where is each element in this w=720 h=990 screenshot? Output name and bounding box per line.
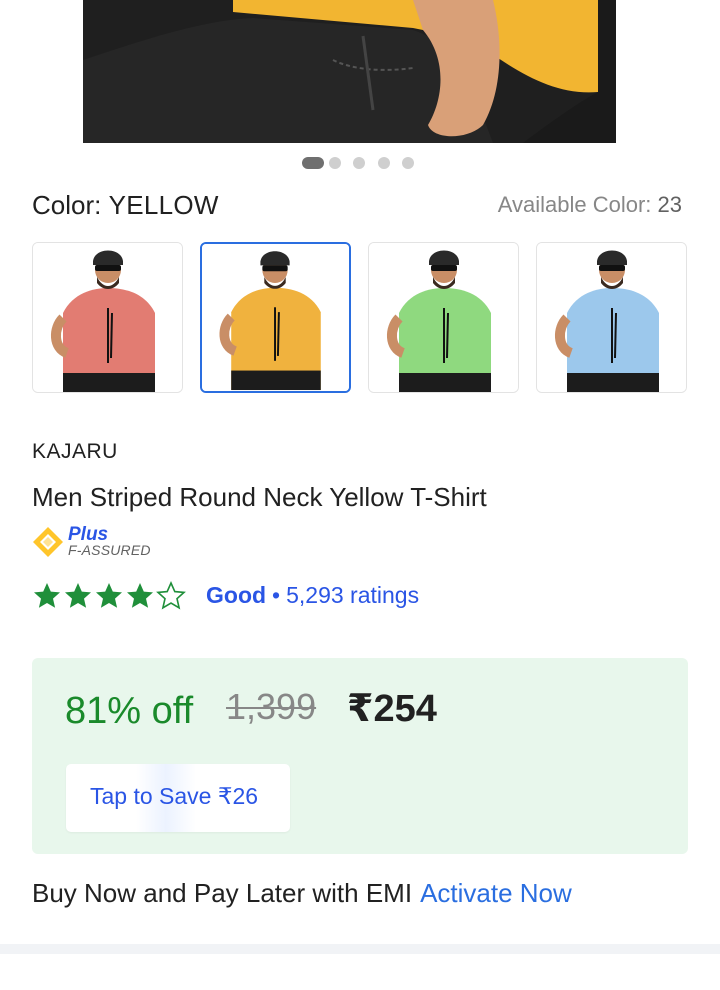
emi-banner: Buy Now and Pay Later with EMI Activate N… [32, 878, 572, 909]
section-divider [0, 944, 720, 954]
rating-separator: • [272, 582, 281, 608]
plus-assured-badge: Plus F-ASSURED [32, 524, 162, 558]
tap-to-save-button[interactable]: Tap to Save ₹26 [66, 764, 290, 832]
swatch-image [537, 243, 686, 392]
product-title: Men Striped Round Neck Yellow T-Shirt [32, 482, 487, 512]
color-selector-header: Color: YELLOW Available Color: 23 [32, 190, 682, 224]
emi-text: Buy Now and Pay Later with EMI [32, 878, 413, 908]
brand-name[interactable]: KAJARU [32, 440, 118, 464]
carousel-dot-active[interactable] [302, 157, 324, 169]
discount-percent: 81% off [65, 690, 194, 732]
star-empty-icon [156, 581, 186, 610]
ratings-count: 5,293 ratings [286, 582, 420, 608]
star-filled-icon [34, 583, 60, 608]
rating-summary[interactable]: Good • 5,293 ratings [32, 580, 532, 612]
carousel-dot[interactable] [353, 157, 365, 169]
selling-price: ₹254 [347, 688, 437, 730]
carousel-dot[interactable] [329, 157, 341, 169]
swatch-green[interactable] [368, 242, 519, 393]
available-colors-label: Available Color: [497, 192, 652, 217]
star-filled-icon [127, 583, 153, 608]
star-filled-icon [96, 583, 122, 608]
available-colors[interactable]: Available Color: 23 [498, 192, 682, 218]
assured-diamond-icon [33, 527, 63, 557]
star-rating [34, 581, 186, 610]
selected-color-value: YELLOW [108, 190, 219, 220]
save-button-label: Tap to Save ₹26 [90, 783, 259, 809]
rating-label: Good [206, 582, 267, 608]
carousel-indicator [0, 156, 720, 170]
star-filled-icon [65, 583, 91, 608]
selected-color-label: Color: YELLOW [32, 190, 219, 221]
available-colors-count: 23 [657, 192, 682, 217]
swatch-coral[interactable] [32, 242, 183, 393]
original-price: 1,399 [226, 686, 317, 727]
swatch-image [202, 244, 349, 391]
carousel-dot[interactable] [402, 157, 414, 169]
swatch-image [33, 243, 182, 392]
carousel-dot[interactable] [378, 157, 390, 169]
assured-label: F-ASSURED [68, 542, 151, 558]
product-image[interactable] [83, 0, 616, 143]
swatch-sky-blue[interactable] [536, 242, 687, 393]
price-box: 81% off 1,399 ₹254 Tap to Save ₹26 [32, 658, 688, 854]
swatch-image [369, 243, 518, 392]
rating-text: Good • 5,293 ratings [206, 582, 419, 609]
activate-now-link[interactable]: Activate Now [420, 878, 572, 908]
color-label-prefix: Color: [32, 190, 102, 220]
swatch-yellow[interactable] [200, 242, 351, 393]
